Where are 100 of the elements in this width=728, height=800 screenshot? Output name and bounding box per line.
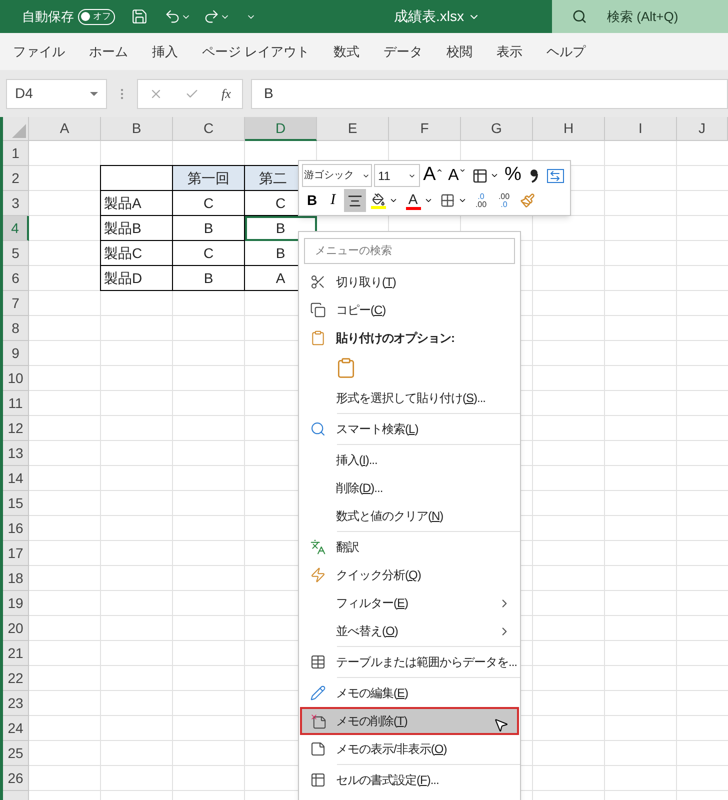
- row-header[interactable]: 7: [3, 291, 29, 316]
- row-header[interactable]: 9: [3, 341, 29, 366]
- row-header[interactable]: 8: [3, 316, 29, 341]
- row-header[interactable]: 25: [3, 741, 29, 766]
- column-header[interactable]: J: [677, 117, 728, 141]
- menu-item[interactable]: クイック分析(Q): [300, 561, 519, 589]
- table-cell: B: [245, 216, 317, 241]
- up-caret-icon: [436, 167, 443, 174]
- file-title[interactable]: 成績表.xlsx: [394, 6, 480, 27]
- row-header[interactable]: 13: [3, 441, 29, 466]
- column-header[interactable]: H: [533, 117, 605, 141]
- caret-icon: [458, 196, 466, 205]
- menu-item[interactable]: コピー(C): [300, 296, 519, 324]
- column-header[interactable]: E: [317, 117, 389, 141]
- comma-icon: [530, 168, 538, 182]
- column-header[interactable]: D: [245, 117, 317, 141]
- ribbon-tab[interactable]: 表示: [496, 42, 523, 62]
- save-icon[interactable]: [131, 8, 148, 25]
- row-header[interactable]: 15: [3, 491, 29, 516]
- ribbon-tab[interactable]: ホーム: [89, 42, 128, 62]
- row-header[interactable]: 19: [3, 591, 29, 616]
- ribbon-tab[interactable]: ヘルプ: [546, 42, 586, 62]
- caret-icon: [458, 167, 466, 174]
- insert-function-button[interactable]: fx: [222, 84, 231, 104]
- menu-item[interactable]: 並べ替え(O): [300, 617, 519, 645]
- percent-button[interactable]: %: [502, 164, 524, 187]
- caret-icon: [424, 196, 432, 205]
- ribbon-tab[interactable]: データ: [384, 42, 423, 62]
- dropdown-arrow-icon: [90, 92, 98, 96]
- row-header[interactable]: 17: [3, 541, 29, 566]
- undo-icon[interactable]: [164, 8, 181, 25]
- align-center-icon: [347, 192, 363, 208]
- italic-button[interactable]: I: [323, 189, 343, 212]
- column-header[interactable]: G: [461, 117, 533, 141]
- format-cells-icon: [310, 772, 326, 788]
- column-header[interactable]: F: [389, 117, 461, 141]
- clipboard-icon: [310, 330, 326, 346]
- column-header[interactable]: A: [29, 117, 101, 141]
- row-header[interactable]: 2: [3, 166, 29, 191]
- row-header[interactable]: 24: [3, 716, 29, 741]
- row-header[interactable]: 12: [3, 416, 29, 441]
- pencil-icon: [310, 685, 326, 701]
- ribbon-tab[interactable]: ファイル: [13, 42, 65, 62]
- ribbon-tab[interactable]: ページ レイアウト: [202, 42, 310, 62]
- row-header[interactable]: 18: [3, 566, 29, 591]
- decrease-decimal-button[interactable]: .00 .0: [493, 189, 515, 212]
- menu-item[interactable]: セルの書式設定(F)...: [300, 766, 519, 794]
- row-header[interactable]: 6: [3, 266, 29, 291]
- name-box[interactable]: D4: [6, 78, 107, 108]
- search-field[interactable]: 検索 (Alt+Q): [552, 0, 728, 33]
- menu-search-field[interactable]: メニューの検索: [304, 238, 515, 264]
- font-size-field[interactable]: 11: [374, 164, 420, 187]
- row-header[interactable]: 22: [3, 666, 29, 691]
- drag-handle-icon[interactable]: [121, 88, 123, 98]
- menu-item[interactable]: メモの削除(T): [300, 707, 519, 735]
- table-cell: 製品D: [100, 266, 173, 291]
- row-header[interactable]: 23: [3, 691, 29, 716]
- menu-item[interactable]: テーブルまたは範囲からデータを...: [300, 648, 519, 676]
- menu-item[interactable]: 挿入(I)...: [300, 446, 519, 474]
- ribbon-tab[interactable]: 数式: [334, 42, 360, 62]
- row-header[interactable]: 16: [3, 516, 29, 541]
- table-cell: C: [173, 241, 245, 266]
- delete-note-icon: [310, 712, 326, 730]
- formula-field[interactable]: B: [251, 78, 728, 108]
- table-cell: 製品C: [100, 241, 173, 266]
- align-center-button[interactable]: [344, 189, 366, 212]
- autosave-toggle[interactable]: オフ: [78, 8, 115, 24]
- ribbon-tab[interactable]: 挿入: [152, 42, 178, 62]
- row-header[interactable]: 4: [3, 216, 29, 241]
- row-header[interactable]: 14: [3, 466, 29, 491]
- increase-decimal-button[interactable]: .0 .00: [470, 189, 492, 212]
- menu-item[interactable]: 数式と値のクリア(N): [300, 502, 519, 530]
- menu-item[interactable]: スマート検索(L): [300, 415, 519, 443]
- menu-item[interactable]: メモの編集(E): [300, 679, 519, 707]
- column-header[interactable]: B: [101, 117, 173, 141]
- row-header[interactable]: 26: [3, 766, 29, 791]
- search-icon: [572, 9, 587, 24]
- table-cell: 製品B: [100, 216, 173, 241]
- merge-cells-icon: [546, 168, 564, 182]
- ribbon-tab[interactable]: 校閲: [446, 42, 473, 62]
- row-header[interactable]: 21: [3, 641, 29, 666]
- mouse-pointer-icon: [493, 717, 509, 733]
- menu-item[interactable]: フィルター(E): [300, 589, 519, 617]
- shrink-font-button[interactable]: A: [446, 164, 468, 187]
- autosave-label: 自動保存: [22, 8, 74, 26]
- clipboard-icon: [335, 356, 357, 380]
- row-header[interactable]: 1: [3, 141, 29, 166]
- row-header[interactable]: 11: [3, 391, 29, 416]
- redo-icon[interactable]: [203, 8, 220, 25]
- row-header[interactable]: 10: [3, 366, 29, 391]
- menu-item[interactable]: 削除(D)...: [300, 474, 519, 502]
- row-header[interactable]: 5: [3, 241, 29, 266]
- column-header[interactable]: I: [605, 117, 677, 141]
- menu-item[interactable]: 形式を選択して貼り付け(S)...: [300, 384, 519, 412]
- menu-item[interactable]: メモの表示/非表示(O): [300, 735, 519, 763]
- row-header[interactable]: 20: [3, 616, 29, 641]
- font-color-button[interactable]: A: [402, 189, 436, 212]
- grow-font-button[interactable]: A: [422, 164, 444, 187]
- font-name-field[interactable]: 游ゴシック: [302, 164, 372, 187]
- menu-item[interactable]: 翻訳: [300, 533, 519, 561]
